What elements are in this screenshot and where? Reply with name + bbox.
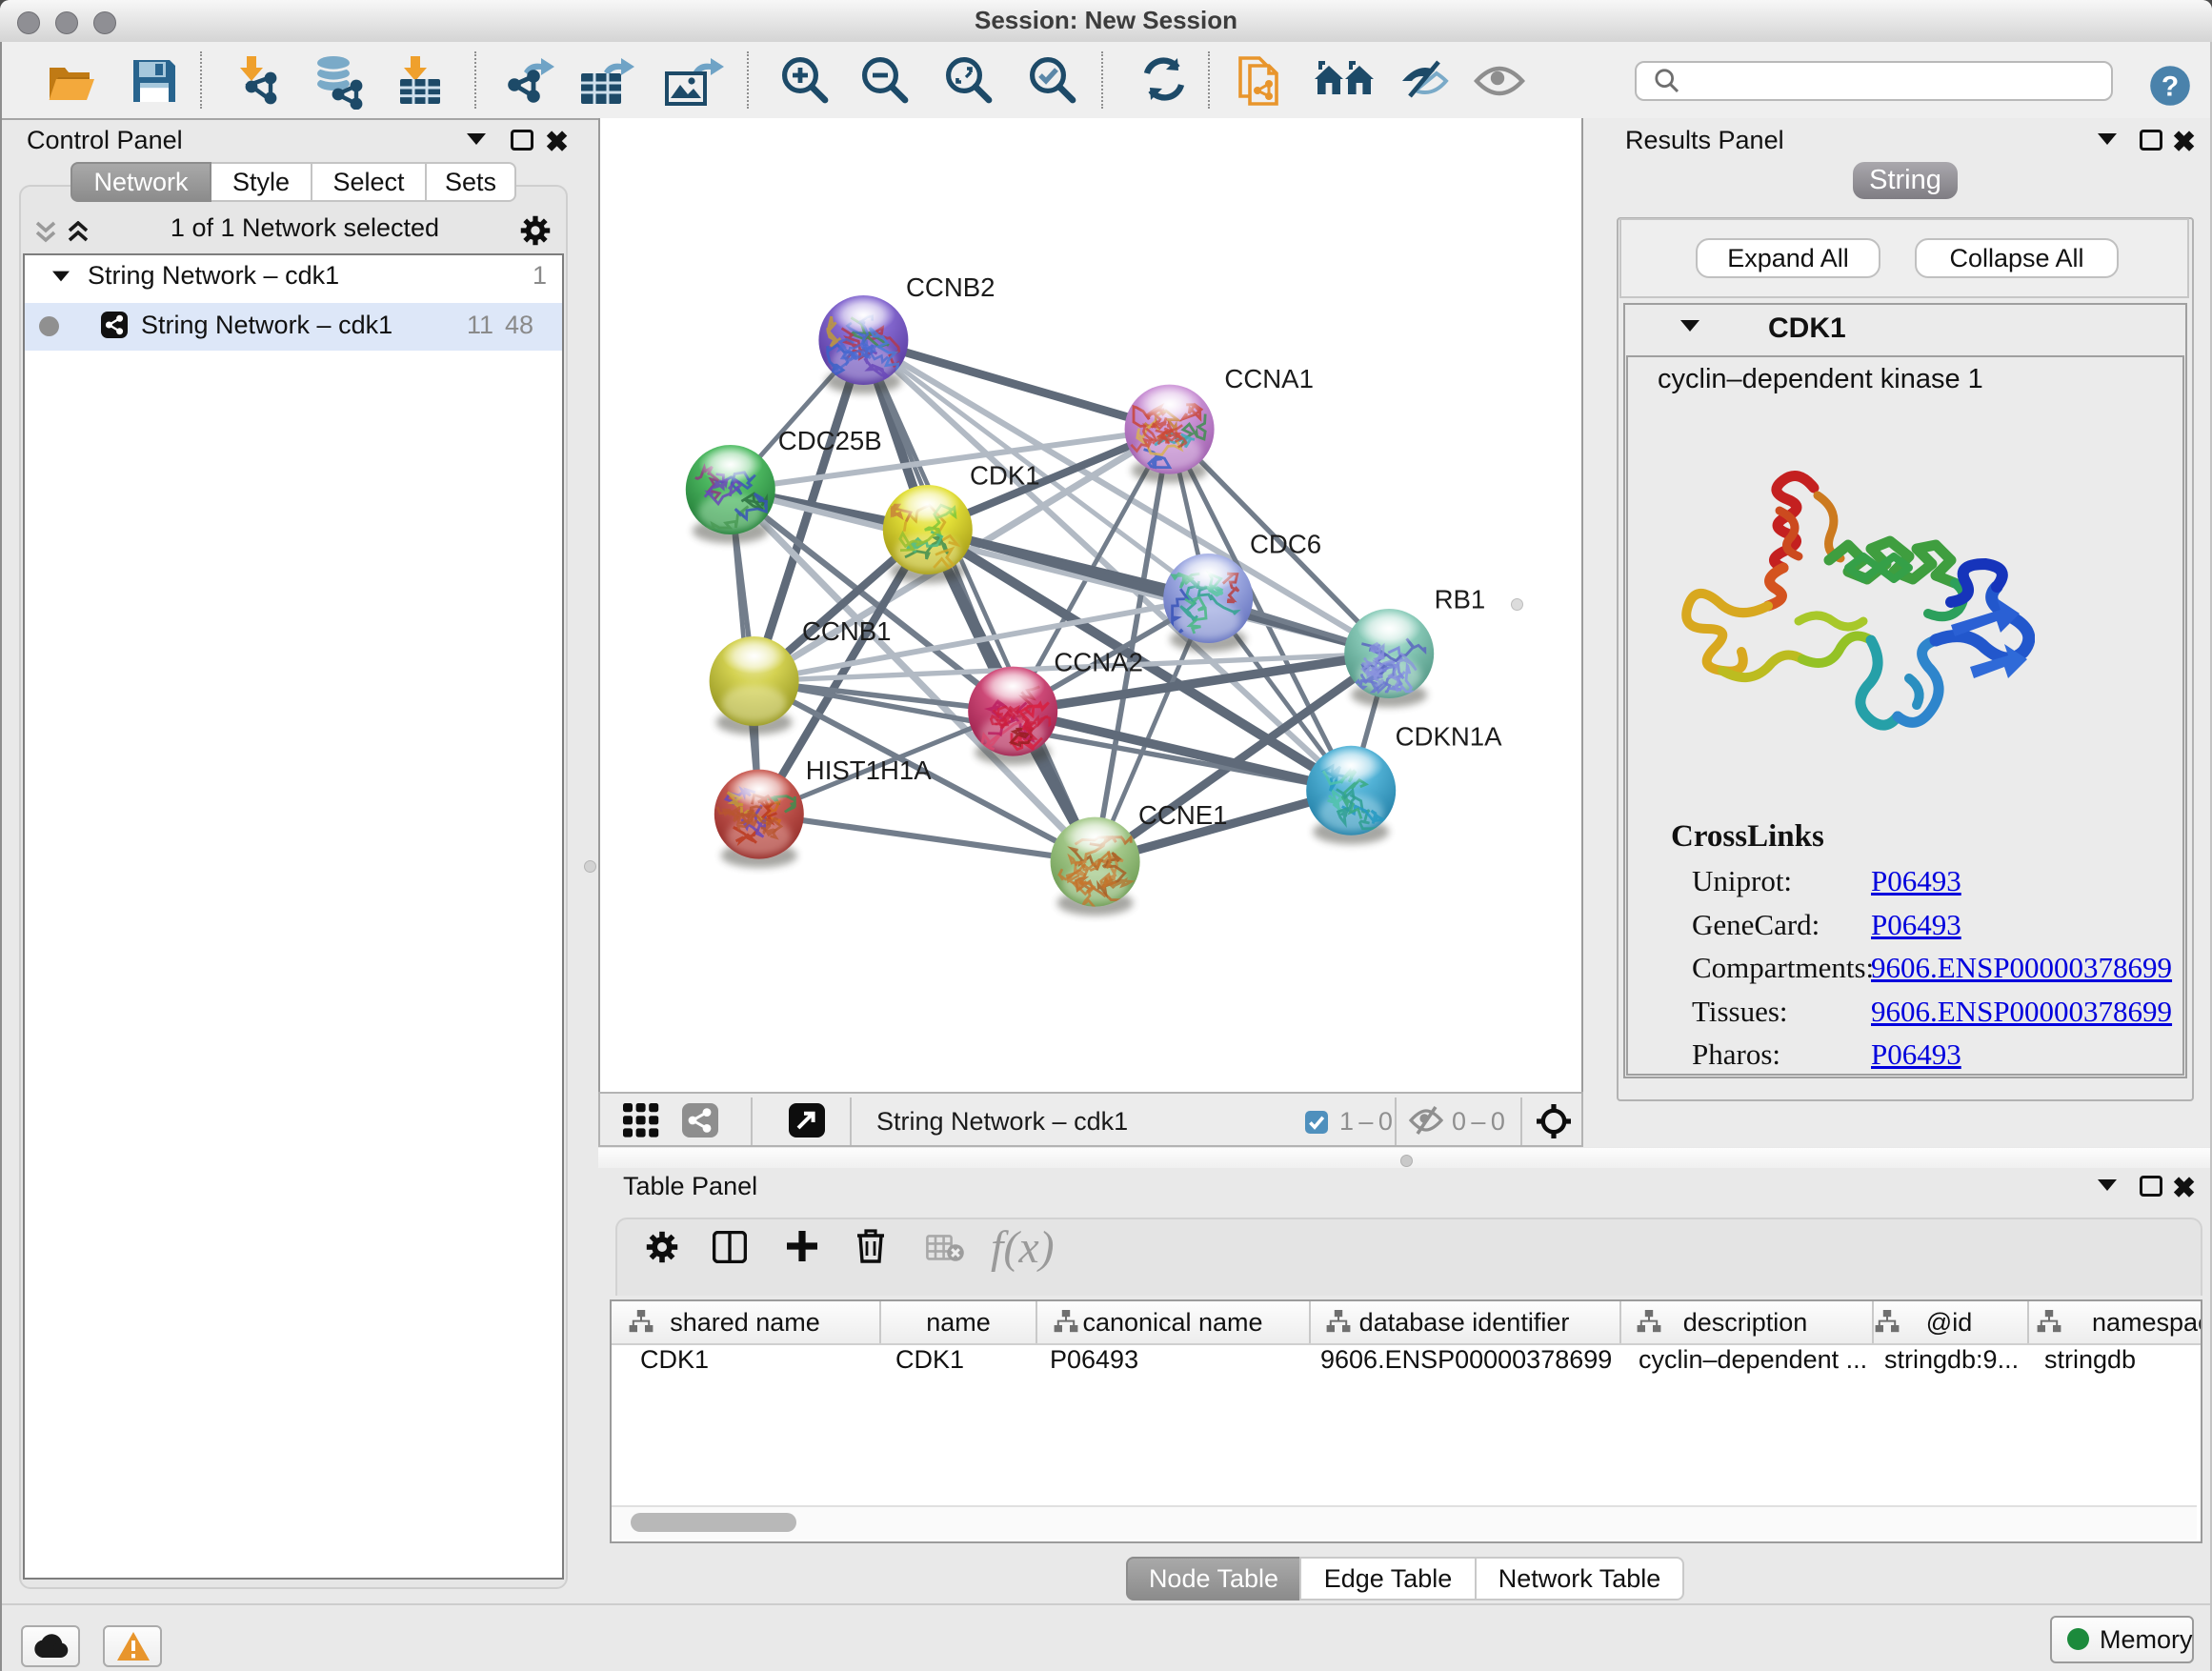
svg-text:CCNA2: CCNA2 [1054, 648, 1143, 677]
svg-text:HIST1H1A: HIST1H1A [806, 755, 932, 785]
svg-text:RB1: RB1 [1435, 585, 1486, 614]
svg-text:CDKN1A: CDKN1A [1396, 721, 1503, 751]
svg-text:CDC6: CDC6 [1250, 530, 1321, 559]
svg-text:CCNA1: CCNA1 [1224, 364, 1314, 393]
svg-text:CDC25B: CDC25B [778, 426, 882, 455]
svg-text:CCNE1: CCNE1 [1138, 800, 1228, 830]
svg-text:CCNB2: CCNB2 [906, 272, 995, 302]
svg-text:CCNB1: CCNB1 [802, 616, 892, 646]
svg-text:CDK1: CDK1 [970, 461, 1040, 491]
svg-text:?: ? [2162, 70, 2179, 102]
